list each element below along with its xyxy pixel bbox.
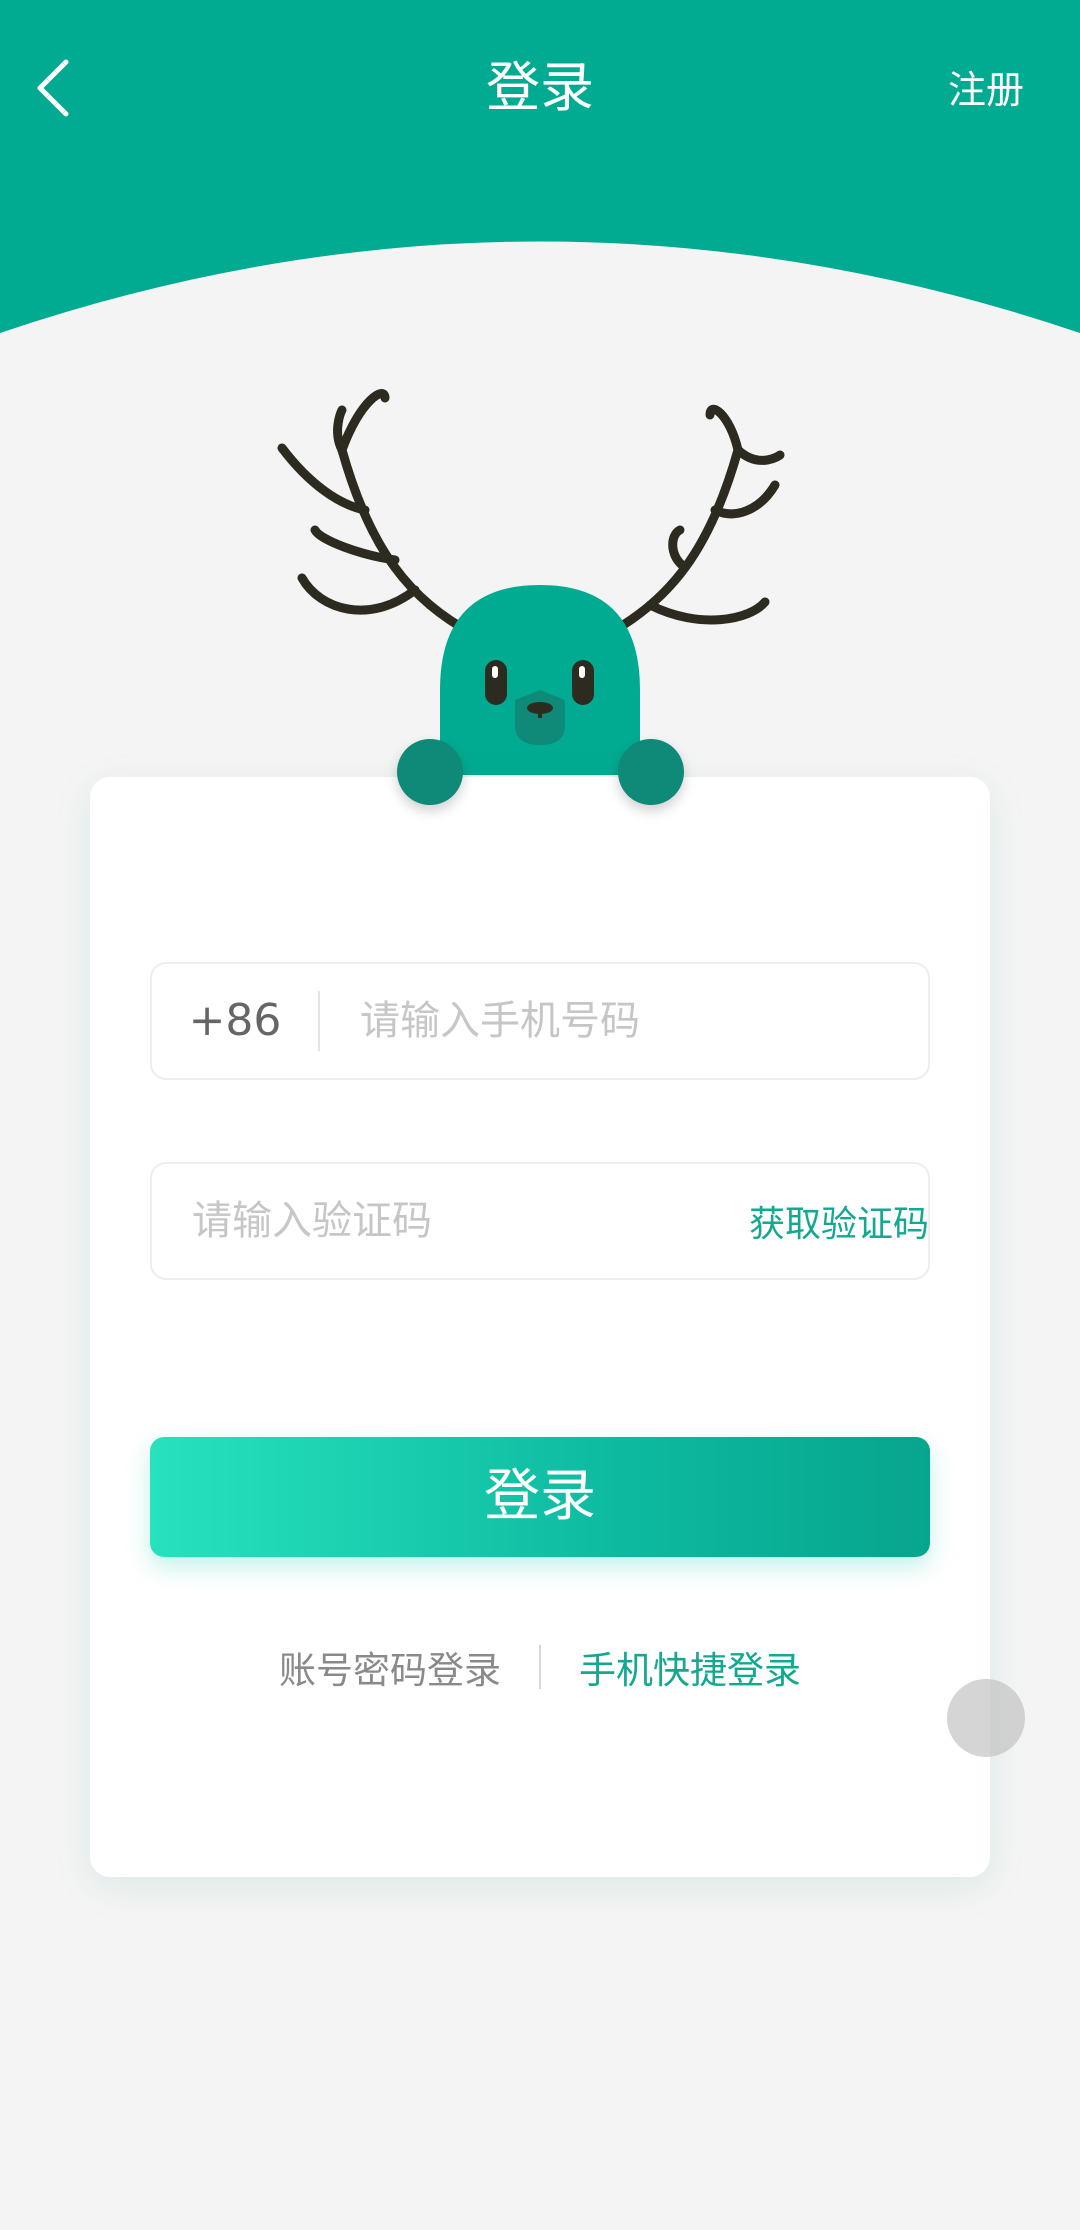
phone-input[interactable] xyxy=(320,964,928,1078)
phone-field: +86 xyxy=(150,962,930,1080)
code-field: 获取验证码 xyxy=(150,1162,930,1280)
register-link[interactable]: 注册 xyxy=(948,62,1024,118)
login-button[interactable]: 登录 xyxy=(150,1437,930,1557)
assistive-touch-icon[interactable] xyxy=(947,1679,1025,1757)
login-page: 登录 注册 +86 请输入手机号码 请输入验证码 获取验证码 登录 账号密码登录… xyxy=(0,0,1080,2230)
get-code-button[interactable]: 获取验证码 xyxy=(711,1195,967,1247)
login-card: +86 获取验证码 登录 账号密码登录 手机快捷登录 xyxy=(90,777,990,1877)
quick-login-link[interactable]: 手机快捷登录 xyxy=(579,1640,801,1694)
left-paw xyxy=(397,739,463,805)
switch-divider xyxy=(539,1645,541,1689)
password-login-link[interactable]: 账号密码登录 xyxy=(279,1640,501,1694)
verification-code-input[interactable] xyxy=(152,1164,711,1278)
right-paw xyxy=(618,739,684,805)
login-method-switch: 账号密码登录 手机快捷登录 xyxy=(90,1637,990,1697)
country-code-selector[interactable]: +86 xyxy=(152,991,318,1051)
header-background xyxy=(0,0,1080,333)
page-title: 登录 xyxy=(486,56,594,119)
deer-mascot-icon xyxy=(277,389,785,775)
